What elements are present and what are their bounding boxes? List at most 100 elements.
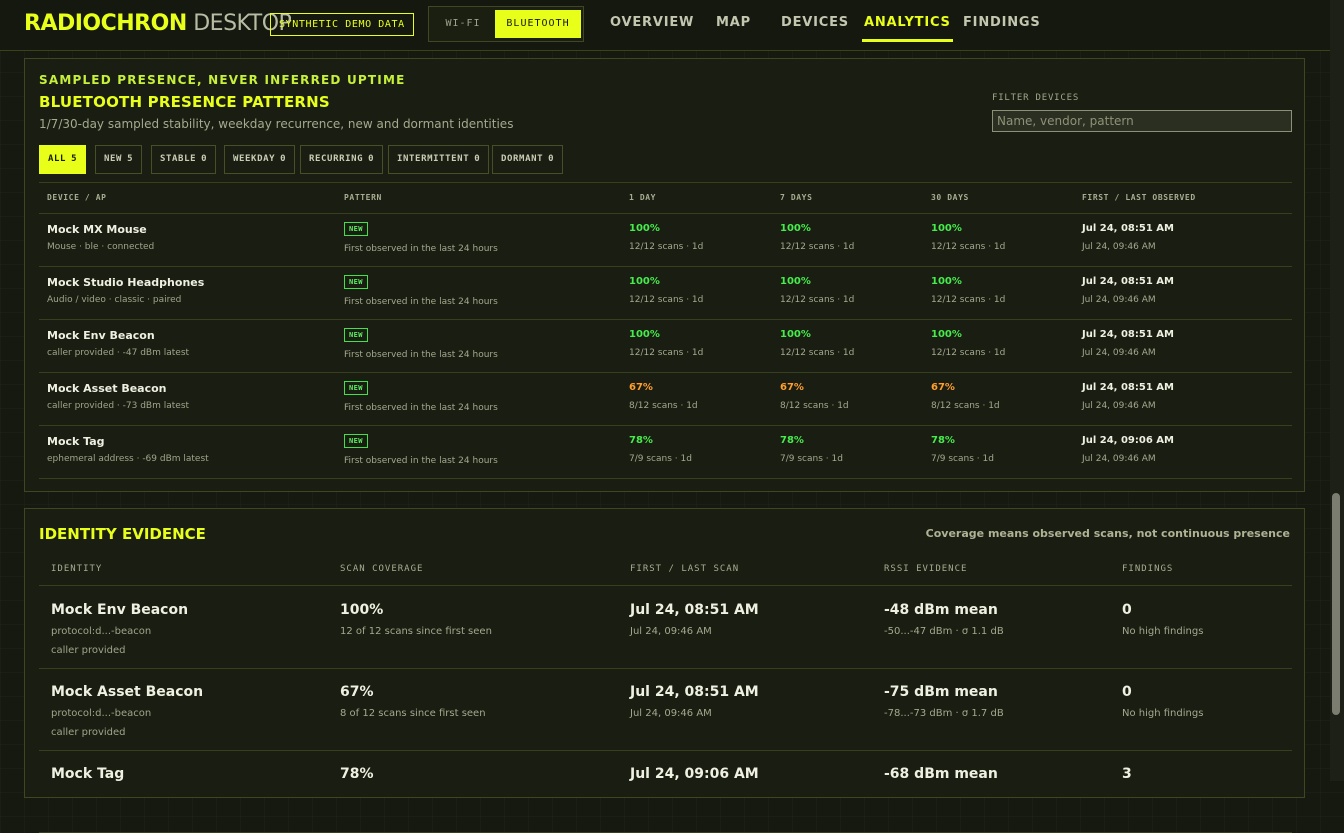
nav-map[interactable]: MAP <box>716 0 751 44</box>
identity-source: caller provided <box>51 645 126 656</box>
stability-d1-scans: 12/12 scans · 1d <box>629 295 704 305</box>
scan-coverage-detail: 12 of 12 scans since first seen <box>340 626 492 637</box>
panel-title: BLUETOOTH PRESENCE PATTERNS <box>39 93 330 111</box>
column-header: DEVICE / AP <box>47 193 107 202</box>
chip-new[interactable]: NEW 5 <box>95 145 143 174</box>
stability-d30-percent: 78% <box>931 435 955 446</box>
chip-weekday[interactable]: WEEKDAY 0 <box>224 145 296 174</box>
identity-row[interactable]: Mock Asset Beacon protocol:d...-beacon cal… <box>39 668 1292 751</box>
chip-count: 5 <box>71 154 78 164</box>
identity-table-header: IDENTITY SCAN COVERAGE FIRST / LAST SCAN… <box>39 553 1292 586</box>
device-meta: Mouse · ble · connected <box>47 242 155 252</box>
filter-devices-input[interactable] <box>992 110 1292 132</box>
rssi-detail: -50...-47 dBm · σ 1.1 dB <box>884 626 1004 637</box>
table-row[interactable]: Mock MX Mouse Mouse · ble · connected NEW F… <box>39 213 1292 267</box>
stability-d1-percent: 100% <box>629 276 660 287</box>
identity-row[interactable]: Mock Tag 78% Jul 24, 09:06 AM -68 dBm mean 3 <box>39 750 1292 833</box>
column-header: PATTERN <box>344 193 382 202</box>
panel-subtitle: 1/7/30-day sampled stability, weekday re… <box>39 117 514 131</box>
pattern-description: First observed in the last 24 hours <box>344 244 498 254</box>
chip-label: ALL <box>48 154 67 164</box>
chip-dormant[interactable]: DORMANT 0 <box>492 145 564 174</box>
identity-name: Mock Env Beacon <box>51 602 189 618</box>
identity-name: Mock Tag <box>51 766 125 782</box>
scan-coverage: 67% <box>340 684 374 700</box>
chip-intermittent[interactable]: INTERMITTENT 0 <box>388 145 490 174</box>
stability-d30-scans: 7/9 scans · 1d <box>931 454 994 464</box>
chip-all[interactable]: ALL 5 <box>39 145 87 174</box>
table-row[interactable]: Mock Env Beacon caller provided · -47 dBm… <box>39 319 1292 373</box>
device-name: Mock Studio Headphones <box>47 276 205 289</box>
chip-count: 0 <box>280 154 287 164</box>
stability-d30-scans: 12/12 scans · 1d <box>931 295 1006 305</box>
chip-label: INTERMITTENT <box>397 154 470 164</box>
chip-label: STABLE <box>160 154 197 164</box>
last-observed: Jul 24, 09:46 AM <box>1082 454 1156 464</box>
stability-d30-percent: 100% <box>931 329 962 340</box>
nav-overview[interactable]: OVERVIEW <box>610 0 694 44</box>
device-meta: caller provided · -73 dBm latest <box>47 401 190 411</box>
chip-label: RECURRING <box>309 154 364 164</box>
stability-d1-scans: 7/9 scans · 1d <box>629 454 692 464</box>
findings-count: 0 <box>1122 602 1132 618</box>
stability-d30-scans: 12/12 scans · 1d <box>931 348 1006 358</box>
column-header: FINDINGS <box>1122 564 1174 574</box>
column-header: 7 DAYS <box>780 193 813 202</box>
rssi-mean: -48 dBm mean <box>884 602 998 618</box>
scan-coverage-detail: 8 of 12 scans since first seen <box>340 708 486 719</box>
first-observed: Jul 24, 09:06 AM <box>1082 435 1174 446</box>
panel-eyebrow: SAMPLED PRESENCE, NEVER INFERRED UPTIME <box>39 73 406 87</box>
device-name: Mock Asset Beacon <box>47 382 167 395</box>
nav-devices[interactable]: DEVICES <box>781 0 849 44</box>
pattern-badge: NEW <box>344 434 368 448</box>
stability-d7-scans: 12/12 scans · 1d <box>780 348 855 358</box>
table-row[interactable]: Mock Tag ephemeral address · -69 dBm late… <box>39 425 1292 479</box>
stability-d30-scans: 8/12 scans · 1d <box>931 401 1000 411</box>
nav-analytics[interactable]: ANALYTICS <box>862 0 953 44</box>
scrollbar-thumb[interactable] <box>1332 493 1340 715</box>
brand-primary: RADIOCHRON <box>24 11 187 36</box>
pattern-description: First observed in the last 24 hours <box>344 403 498 413</box>
stability-d30-percent: 67% <box>931 382 955 393</box>
pattern-description: First observed in the last 24 hours <box>344 350 498 360</box>
chip-count: 0 <box>548 154 555 164</box>
column-header: SCAN COVERAGE <box>340 564 424 574</box>
identity-source: caller provided <box>51 727 126 738</box>
identity-row[interactable]: Mock Env Beacon protocol:d...-beacon calle… <box>39 586 1292 669</box>
first-observed: Jul 24, 08:51 AM <box>1082 382 1174 393</box>
radio-option-wifi[interactable]: WI-FI <box>433 10 493 38</box>
column-header: 1 DAY <box>629 193 657 202</box>
identity-protocol: protocol:d...-beacon <box>51 626 152 637</box>
radio-option-bluetooth[interactable]: BLUETOOTH <box>495 10 581 38</box>
stability-d30-percent: 100% <box>931 276 962 287</box>
chip-recurring[interactable]: RECURRING 0 <box>300 145 384 174</box>
pattern-badge: NEW <box>344 381 368 395</box>
device-name: Mock Env Beacon <box>47 329 155 342</box>
device-name: Mock Tag <box>47 435 105 448</box>
identity-evidence-panel: IDENTITY EVIDENCE Coverage means observe… <box>24 508 1305 833</box>
nav-findings[interactable]: FINDINGS <box>963 0 1041 44</box>
findings-detail: No high findings <box>1122 626 1204 637</box>
table-row[interactable]: Mock Asset Beacon caller provided · -73 d… <box>39 372 1292 426</box>
chip-stable[interactable]: STABLE 0 <box>151 145 217 174</box>
column-header: FIRST / LAST OBSERVED <box>1082 193 1196 202</box>
stability-d7-percent: 100% <box>780 276 811 287</box>
chip-label: DORMANT <box>501 154 544 164</box>
pattern-description: First observed in the last 24 hours <box>344 456 498 466</box>
chip-count: 5 <box>127 154 134 164</box>
stability-d1-scans: 8/12 scans · 1d <box>629 401 698 411</box>
radio-mode-toggle: WI-FI BLUETOOTH <box>428 6 584 42</box>
first-scan: Jul 24, 09:06 AM <box>630 766 759 782</box>
stability-d1-percent: 100% <box>629 223 660 234</box>
chip-label: WEEKDAY <box>233 154 276 164</box>
presence-table-header: DEVICE / AP PATTERN 1 DAY 7 DAYS 30 DAYS… <box>39 182 1292 214</box>
stability-d1-scans: 12/12 scans · 1d <box>629 242 704 252</box>
top-bar: RADIOCHRON DESKTOP SYNTHETIC DEMO DATA W… <box>0 0 1330 51</box>
table-row[interactable]: Mock Studio Headphones Audio / video · cl… <box>39 266 1292 320</box>
first-observed: Jul 24, 08:51 AM <box>1082 276 1174 287</box>
device-meta: ephemeral address · -69 dBm latest <box>47 454 209 464</box>
demo-data-badge: SYNTHETIC DEMO DATA <box>270 13 414 36</box>
pattern-badge: NEW <box>344 275 368 289</box>
last-scan: Jul 24, 09:46 AM <box>630 626 712 637</box>
chip-count: 0 <box>474 154 481 164</box>
